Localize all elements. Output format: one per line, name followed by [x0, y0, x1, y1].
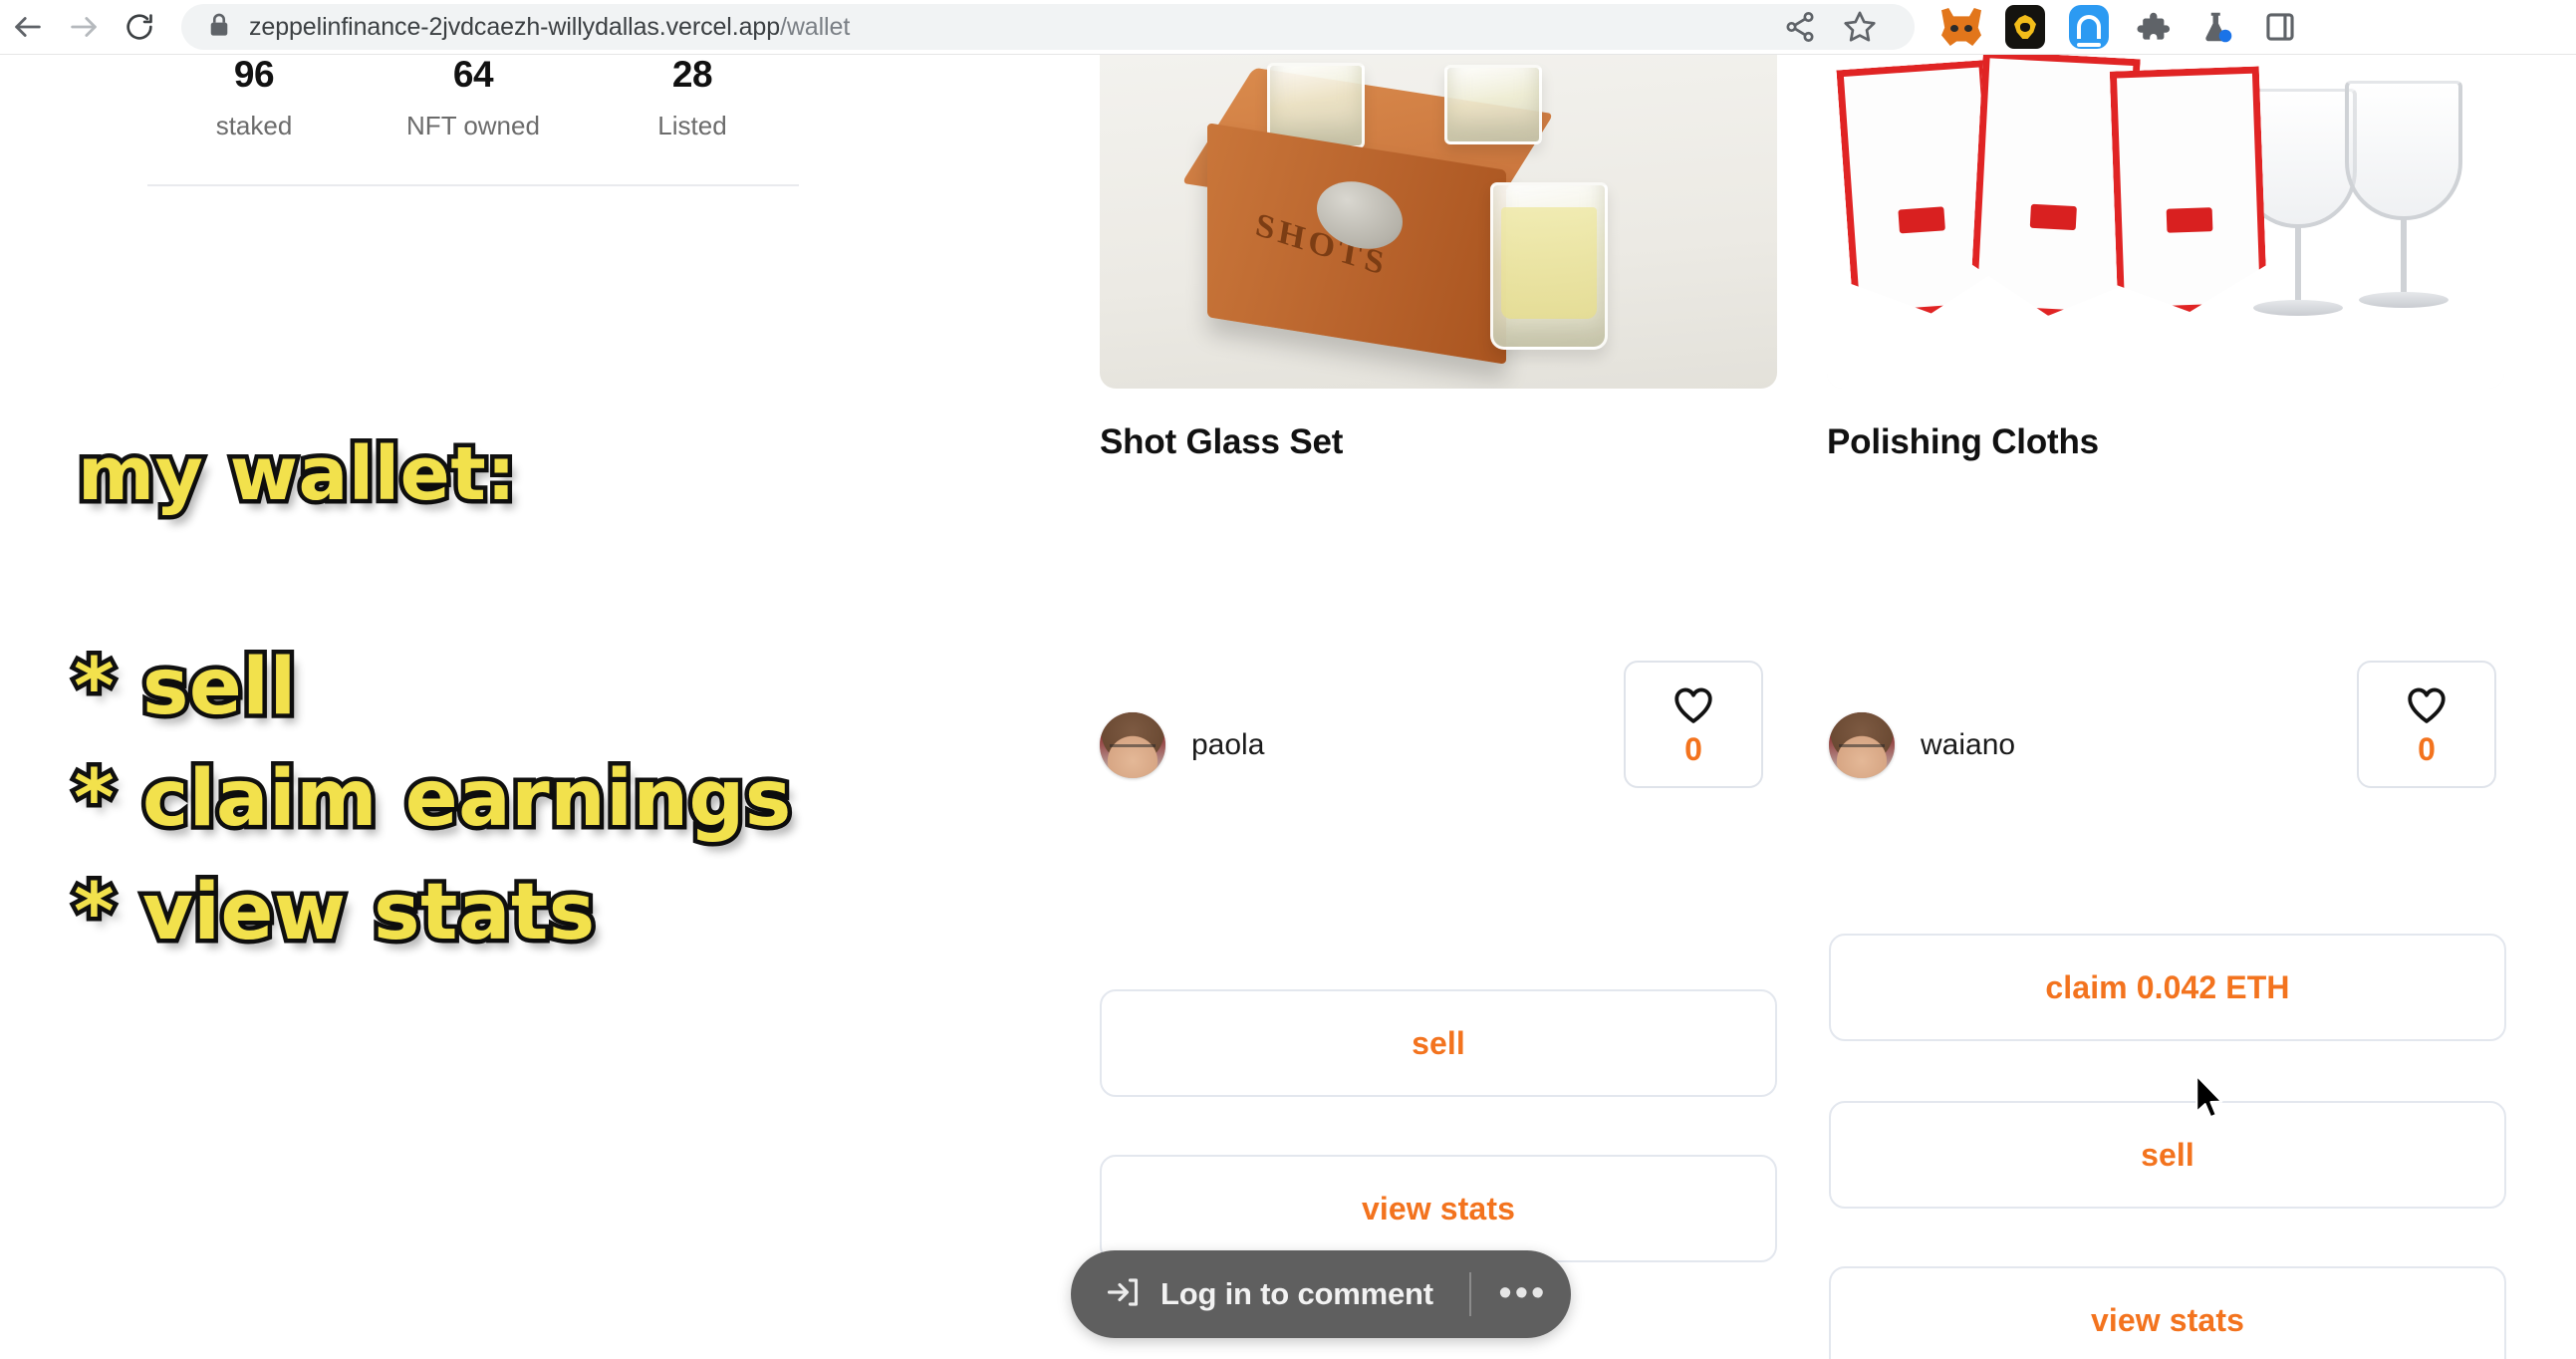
metamask-extension-icon[interactable]: [1934, 0, 1988, 54]
stat-value: 96: [233, 55, 275, 95]
stat-value: 64: [452, 55, 494, 95]
heart-outline-icon: [2405, 684, 2448, 729]
url-path: /wallet: [780, 12, 851, 41]
more-options-icon[interactable]: •••: [1491, 1262, 1555, 1326]
rabby-wallet-extension-icon[interactable]: [1998, 0, 2052, 54]
wallet-stats-row: 96 staked 64 NFT owned 28 Listed: [144, 55, 802, 139]
extensions-puzzle-icon[interactable]: [2126, 0, 2180, 54]
nft-card-polishing-cloths[interactable]: Polishing Cloths: [1827, 55, 2504, 462]
nft-title: Polishing Cloths: [1827, 422, 2099, 461]
lock-icon: [207, 12, 231, 43]
flask-experiment-icon[interactable]: [2190, 0, 2243, 54]
side-panel-icon[interactable]: [2253, 0, 2307, 54]
nft-grid: Shot Glass Set Polishing Cloths: [1100, 55, 2504, 462]
forward-button[interactable]: [56, 0, 112, 55]
nft-title: Shot Glass Set: [1100, 422, 1344, 461]
extension-icons: [1915, 0, 2321, 54]
owner-name: paola: [1191, 728, 1265, 761]
stat-listed: 28 Listed: [583, 55, 802, 139]
pill-divider: [1468, 1272, 1471, 1316]
polishing-cloths-image[interactable]: [1827, 55, 2504, 389]
view-stats-button-polishing-cloths[interactable]: view stats: [1829, 1266, 2506, 1359]
bookmark-star-icon[interactable]: [1833, 4, 1887, 50]
like-button-shot-glass-set[interactable]: 0: [1624, 661, 1763, 788]
stat-label: NFT owned: [406, 110, 540, 140]
back-arrow-icon: [11, 10, 45, 44]
like-count: 0: [2418, 730, 2436, 767]
annotation-bullet-view-stats: * view stats: [70, 864, 600, 962]
login-arrow-icon: [1105, 1274, 1141, 1315]
opensea-extension-icon[interactable]: [2062, 0, 2116, 54]
browser-toolbar: zeppelinfinance-2jvdcaezh-willydallas.ve…: [0, 0, 2576, 55]
annotation-bullet-sell: * sell: [70, 639, 301, 737]
annotation-title: my wallet:: [73, 427, 520, 522]
stat-nft-owned: 64 NFT owned: [364, 55, 583, 139]
forward-arrow-icon: [67, 10, 101, 44]
url-text: zeppelinfinance-2jvdcaezh-willydallas.ve…: [249, 13, 850, 42]
wallet-page: 96 staked 64 NFT owned 28 Listed my wall…: [0, 55, 2576, 1359]
wallet-stats-panel: 96 staked 64 NFT owned 28 Listed: [144, 55, 802, 139]
address-bar[interactable]: zeppelinfinance-2jvdcaezh-willydallas.ve…: [181, 4, 1915, 50]
reload-icon: [124, 11, 155, 43]
log-in-to-comment-pill[interactable]: Log in to comment •••: [1071, 1250, 1571, 1338]
like-count: 0: [1684, 730, 1702, 767]
reload-button[interactable]: [112, 0, 167, 55]
nft-owner-paola[interactable]: paola: [1100, 712, 1264, 778]
avatar: [1829, 712, 1895, 778]
avatar: [1100, 712, 1165, 778]
owner-name: waiano: [1921, 728, 2016, 761]
nft-owner-waiano[interactable]: waiano: [1829, 712, 2015, 778]
heart-outline-icon: [1672, 684, 1715, 729]
stat-value: 28: [671, 55, 713, 95]
stat-label: Listed: [657, 110, 727, 140]
nft-card-shot-glass-set[interactable]: Shot Glass Set: [1100, 55, 1777, 462]
view-stats-button-shot-glass-set[interactable]: view stats: [1100, 1155, 1777, 1262]
url-domain: zeppelinfinance-2jvdcaezh-willydallas.ve…: [249, 12, 780, 41]
stat-staked: 96 staked: [144, 55, 364, 139]
like-button-polishing-cloths[interactable]: 0: [2357, 661, 2496, 788]
sell-button-shot-glass-set[interactable]: sell: [1100, 989, 1777, 1097]
omnibox-actions: [1773, 4, 1893, 50]
log-in-to-comment-label: Log in to comment: [1160, 1276, 1433, 1311]
annotation-bullet-claim-earnings: * claim earnings: [70, 750, 796, 849]
shot-glass-set-image[interactable]: [1100, 55, 1777, 389]
sell-button-polishing-cloths[interactable]: sell: [1829, 1101, 2506, 1209]
claim-earnings-button-polishing-cloths[interactable]: claim 0.042 ETH: [1829, 934, 2506, 1041]
stats-divider: [147, 184, 799, 186]
share-icon[interactable]: [1773, 4, 1827, 50]
back-button[interactable]: [0, 0, 56, 55]
stat-label: staked: [215, 110, 293, 140]
